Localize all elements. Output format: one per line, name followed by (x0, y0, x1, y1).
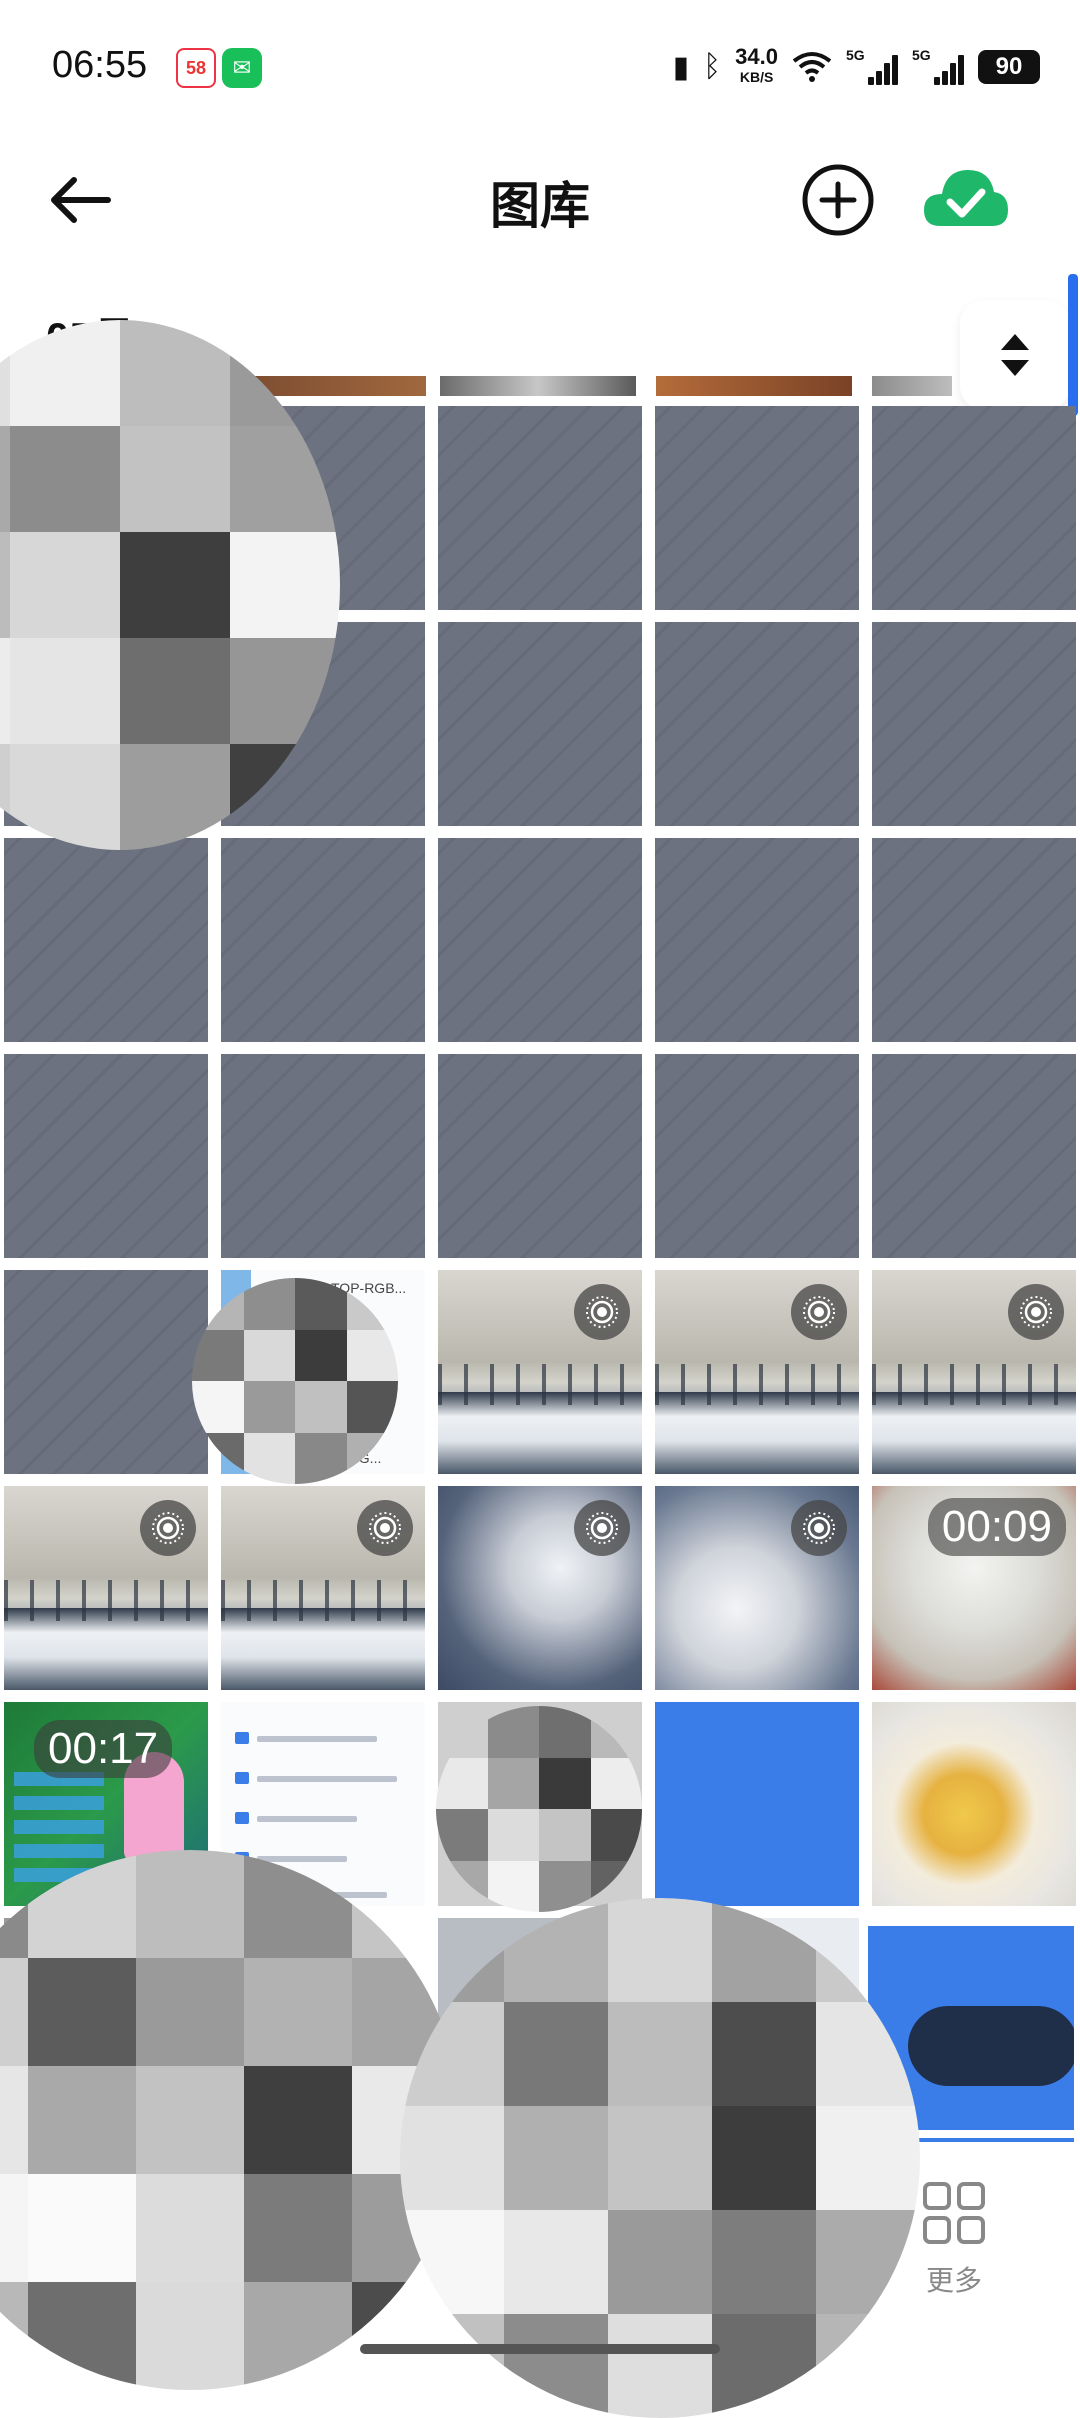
photo-thumb[interactable] (4, 838, 208, 1042)
live-photo-thumb[interactable] (4, 1486, 208, 1690)
fast-scroll-handle[interactable] (1068, 274, 1078, 416)
live-photo-icon (357, 1500, 413, 1556)
photo-thumb[interactable] (872, 838, 1076, 1042)
privacy-mosaic (0, 1850, 460, 2390)
battery-icon: 90 (978, 50, 1040, 84)
photo-thumb[interactable] (655, 622, 859, 826)
photo-thumb[interactable] (438, 838, 642, 1042)
photo-thumb[interactable] (872, 1702, 1076, 1906)
home-indicator[interactable] (360, 2344, 720, 2354)
sort-updown-icon (1001, 334, 1029, 376)
net-speed-value: 34.0 (735, 44, 778, 69)
page-title: 图库 (490, 178, 590, 234)
photo-thumb[interactable] (438, 406, 642, 610)
status-icons: ▮ ᛒ 34.0 KB/S 5G 5G 90 (673, 42, 1040, 92)
live-photo-icon (140, 1500, 196, 1556)
live-photo-icon (574, 1500, 630, 1556)
photo-thumb[interactable] (438, 1054, 642, 1258)
live-photo-thumb[interactable] (655, 1486, 859, 1690)
sort-toggle-button[interactable] (960, 300, 1070, 410)
status-bar: 06:55 58 ✉ ▮ ᛒ 34.0 KB/S 5G 5G 90 (0, 0, 1080, 130)
vibrate-icon: ▮ (672, 50, 690, 84)
live-photo-icon (574, 1284, 630, 1340)
live-photo-thumb[interactable] (438, 1486, 642, 1690)
app-58-icon: 58 (176, 48, 216, 88)
photo-thumb[interactable] (655, 406, 859, 610)
live-photo-thumb[interactable] (438, 1270, 642, 1474)
live-photo-thumb[interactable] (221, 1486, 425, 1690)
partial-thumb-row (872, 376, 952, 396)
photo-thumb[interactable] (438, 622, 642, 826)
cloud-check-icon (924, 170, 1008, 226)
signal-icon-2: 5G (912, 47, 964, 85)
photo-thumb[interactable] (221, 838, 425, 1042)
bluetooth-icon: ᛒ (703, 50, 722, 83)
photo-thumb[interactable] (4, 1270, 208, 1474)
bottom-nav-more[interactable]: 更多 (904, 2180, 1004, 2300)
partial-thumb-row (440, 376, 636, 396)
signal-icon: 5G (846, 47, 898, 85)
add-button[interactable] (800, 162, 876, 238)
photo-thumb[interactable] (872, 406, 1076, 610)
signal-1-label: 5G (846, 47, 865, 63)
privacy-mosaic (192, 1278, 398, 1484)
privacy-mosaic (436, 1706, 642, 1912)
signal-2-label: 5G (912, 47, 931, 63)
photo-thumb[interactable] (4, 1054, 208, 1258)
grid-four-icon (923, 2182, 985, 2244)
video-duration-badge: 00:09 (927, 1498, 1066, 1556)
wifi-icon (792, 52, 832, 82)
video-duration-badge: 00:17 (34, 1720, 173, 1778)
live-photo-icon (1008, 1284, 1064, 1340)
photo-thumb[interactable] (655, 1702, 859, 1906)
arrow-left-icon (51, 177, 111, 223)
live-photo-thumb[interactable] (655, 1270, 859, 1474)
privacy-mosaic (400, 1898, 920, 2418)
photo-thumb[interactable] (655, 838, 859, 1042)
photo-thumb[interactable] (872, 1054, 1076, 1258)
live-photo-icon (791, 1500, 847, 1556)
bottom-nav-more-label: 更多 (925, 2265, 982, 2296)
cloud-sync-button[interactable] (920, 160, 1010, 240)
wechat-icon: ✉ (222, 48, 262, 88)
video-thumb[interactable]: 00:09 (872, 1486, 1076, 1690)
photo-thumb[interactable] (655, 1054, 859, 1258)
back-button[interactable] (40, 160, 120, 240)
gallery-header: 图库 (0, 140, 1080, 260)
live-photo-thumb[interactable] (872, 1270, 1076, 1474)
live-photo-icon (791, 1284, 847, 1340)
status-time: 06:55 (52, 44, 148, 86)
partial-thumb-row (656, 376, 852, 396)
plus-circle-icon (802, 164, 874, 236)
photo-thumb[interactable] (872, 622, 1076, 826)
net-speed: 34.0 KB/S (735, 44, 778, 87)
net-speed-unit: KB/S (739, 69, 774, 85)
photo-thumb[interactable] (221, 1054, 425, 1258)
